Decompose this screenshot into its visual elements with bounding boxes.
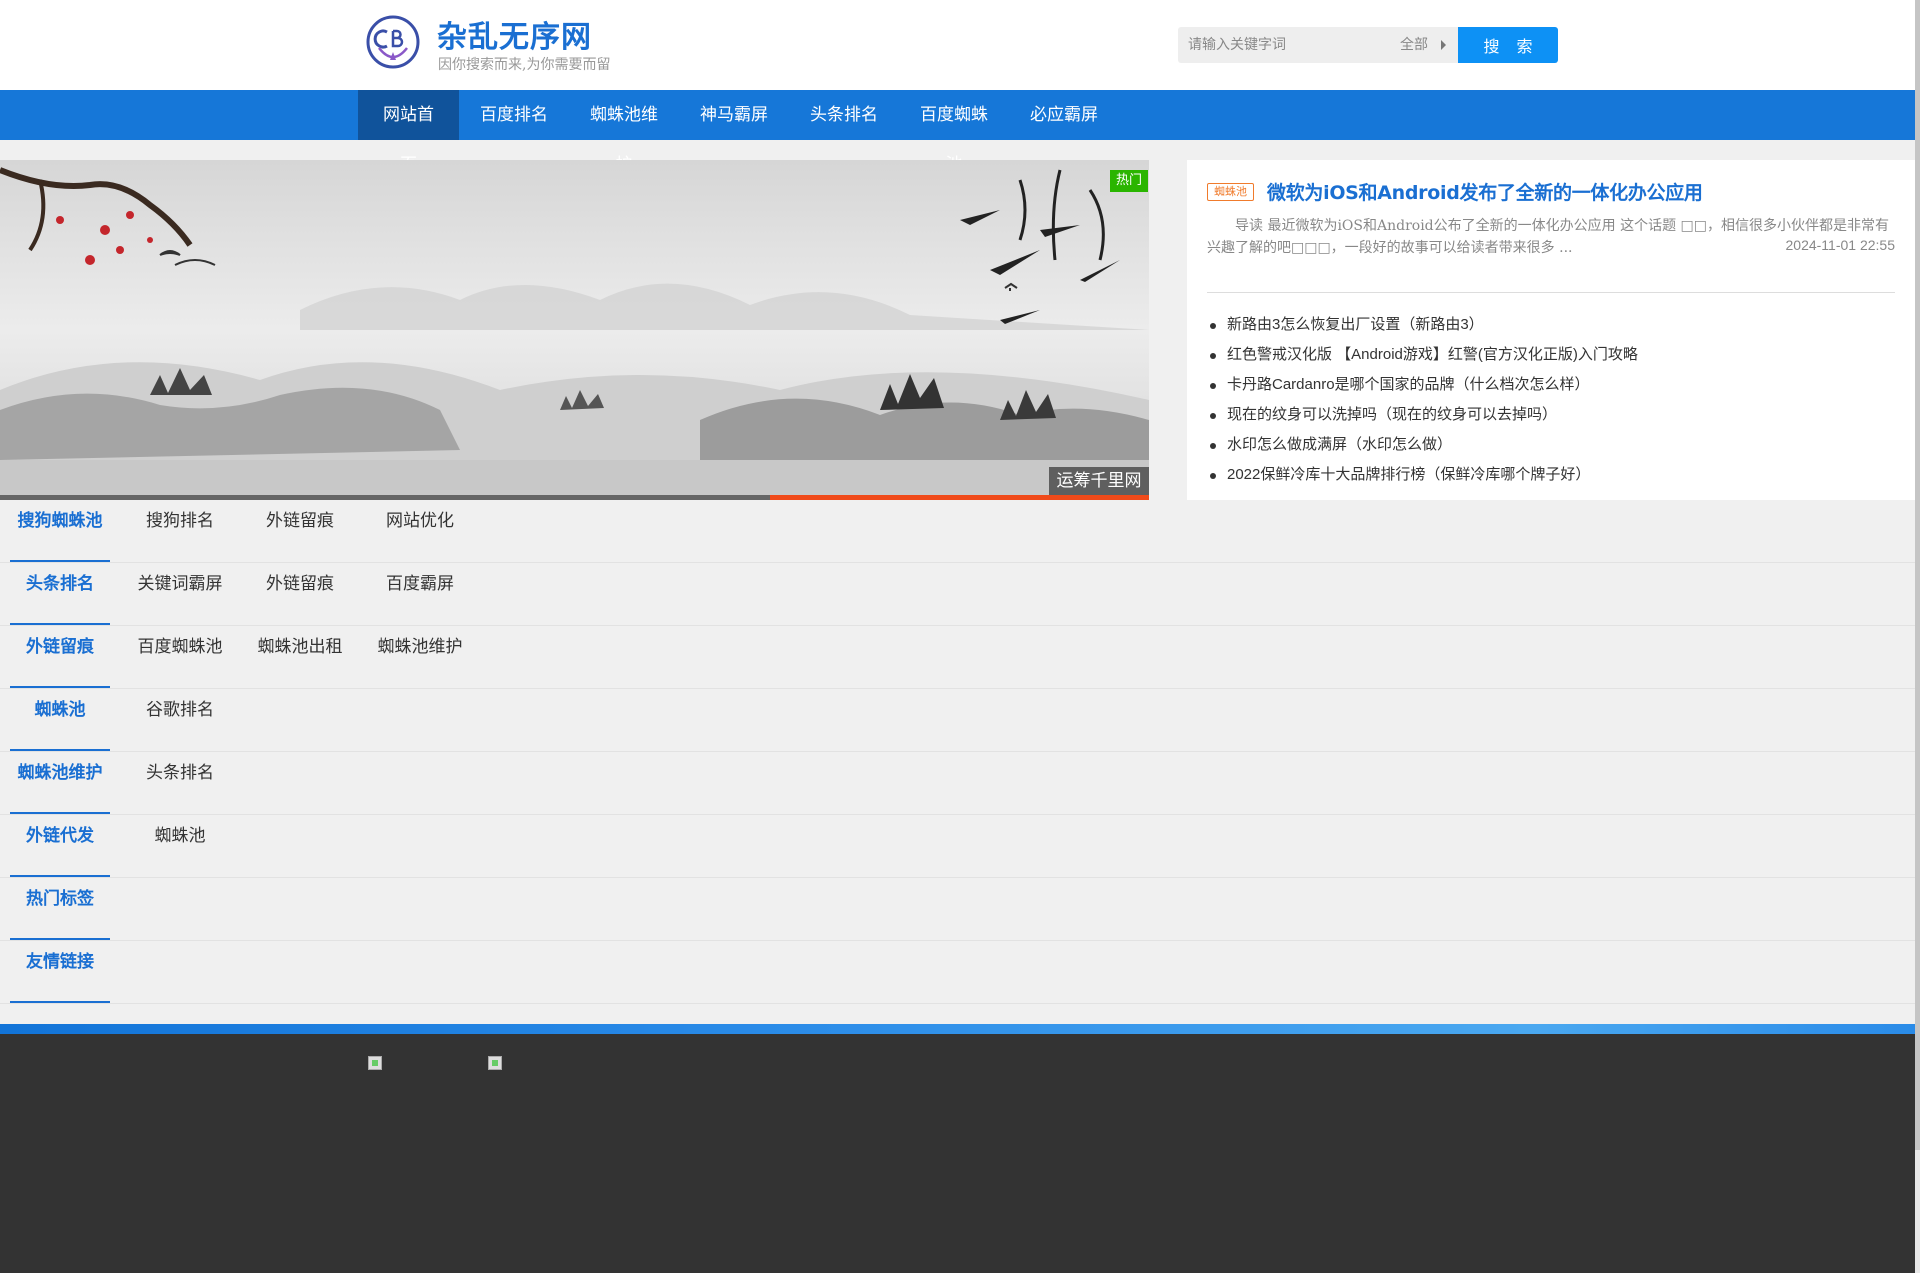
tag-row-label[interactable]: 搜狗蜘蛛池: [10, 500, 110, 562]
tag-row: 蜘蛛池维护 头条排名: [0, 752, 1915, 815]
site-title[interactable]: 杂乱无序网: [437, 12, 592, 56]
tag-row: 蜘蛛池 谷歌排名: [0, 689, 1915, 752]
list-item[interactable]: 新路由3怎么恢复出厂设置（新路由3）: [1207, 310, 1638, 340]
search-button[interactable]: 搜 索: [1458, 27, 1558, 63]
footer-image-icon: [368, 1056, 382, 1070]
tag-row-label[interactable]: 外链留痕: [10, 626, 110, 688]
tag-row: 热门标签: [0, 878, 1915, 941]
tag-row-label[interactable]: 热门标签: [10, 878, 110, 940]
tag-row: 外链代发 蜘蛛池: [0, 815, 1915, 878]
nav-item-spider-pool-maintenance[interactable]: 蜘蛛池维护: [569, 90, 679, 175]
tag-row: 头条排名 关键词霸屏 外链留痕 百度霸屏: [0, 563, 1915, 626]
tag-row: 搜狗蜘蛛池 搜狗排名 外链留痕 网站优化: [0, 500, 1915, 563]
tag-link[interactable]: 谷歌排名: [120, 697, 240, 724]
tag-link[interactable]: 外链留痕: [240, 571, 360, 598]
site-header: 杂乱无序网 因你搜索而来,为你需要而留 全部 搜 索: [0, 0, 1915, 90]
list-item[interactable]: 2022保鲜冷库十大品牌排行榜（保鲜冷库哪个牌子好）: [1207, 460, 1638, 490]
banner-landscape-image: [0, 160, 1149, 500]
search-scope-select[interactable]: 全部: [1400, 27, 1428, 63]
tag-link[interactable]: 外链留痕: [240, 508, 360, 535]
footer-image-icon: [488, 1056, 502, 1070]
banner-caption[interactable]: 运筹千里网: [1049, 467, 1149, 495]
list-item[interactable]: 红色警戒汉化版 【Android游戏】红警(官方汉化正版)入门攻略: [1207, 340, 1638, 370]
scrollbar-thumb[interactable]: [1915, 0, 1920, 1150]
nav-item-home[interactable]: 网站首页: [358, 90, 459, 175]
tag-row-links: 搜狗排名 外链留痕 网站优化: [120, 508, 480, 535]
tag-row-links: 谷歌排名: [120, 697, 240, 724]
hot-badge: 热门: [1110, 170, 1148, 192]
nav-item-toutiao-ranking[interactable]: 头条排名: [789, 90, 899, 140]
tag-link[interactable]: 百度蜘蛛池: [120, 634, 240, 661]
tag-row: 友情链接: [0, 941, 1915, 1004]
tag-row-links: 蜘蛛池: [120, 823, 240, 850]
banner-slider[interactable]: [0, 160, 1149, 500]
tag-link[interactable]: 关键词霸屏: [120, 571, 240, 598]
tag-row-label[interactable]: 头条排名: [10, 563, 110, 625]
tag-link[interactable]: 蜘蛛池: [120, 823, 240, 850]
site-logo-icon[interactable]: [365, 14, 421, 70]
tag-link[interactable]: 头条排名: [120, 760, 240, 787]
list-item[interactable]: 卡丹路Cardanro是哪个国家的品牌（什么档次怎么样）: [1207, 370, 1638, 400]
caret-right-icon[interactable]: [1441, 40, 1446, 50]
nav-item-baidu-spider-pool[interactable]: 百度蜘蛛池: [899, 90, 1009, 175]
tag-row-label[interactable]: 外链代发: [10, 815, 110, 877]
site-footer: [0, 1034, 1915, 1273]
featured-article-date: 2024-11-01 22:55: [1785, 237, 1896, 253]
article-list: 新路由3怎么恢复出厂设置（新路由3） 红色警戒汉化版 【Android游戏】红警…: [1207, 310, 1638, 490]
nav-item-bing-domination[interactable]: 必应霸屏: [1009, 90, 1119, 140]
featured-article-title[interactable]: 微软为iOS和Android发布了全新的一体化办公应用: [1267, 178, 1703, 205]
article-category-tag[interactable]: 蜘蛛池: [1207, 183, 1254, 201]
main-nav: 网站首页 百度排名 蜘蛛池维护 神马霸屏 头条排名 百度蜘蛛池 必应霸屏: [0, 90, 1915, 175]
tag-row-links: 关键词霸屏 外链留痕 百度霸屏: [120, 571, 480, 598]
tag-link[interactable]: 蜘蛛池出租: [240, 634, 360, 661]
site-slogan: 因你搜索而来,为你需要而留: [438, 57, 611, 73]
tag-row-label[interactable]: 友情链接: [10, 941, 110, 1003]
tag-link[interactable]: 百度霸屏: [360, 571, 480, 598]
tag-link[interactable]: 网站优化: [360, 508, 480, 535]
tag-row-label[interactable]: 蜘蛛池维护: [10, 752, 110, 814]
tag-row-links: 头条排名: [120, 760, 240, 787]
tag-link[interactable]: 蜘蛛池维护: [360, 634, 480, 661]
tag-link[interactable]: 搜狗排名: [120, 508, 240, 535]
featured-article-panel: 蜘蛛池 微软为iOS和Android发布了全新的一体化办公应用 导读 最近微软为…: [1187, 160, 1915, 500]
divider: [1207, 292, 1895, 293]
tag-row-label[interactable]: 蜘蛛池: [10, 689, 110, 751]
tag-row: 外链留痕 百度蜘蛛池 蜘蛛池出租 蜘蛛池维护: [0, 626, 1915, 689]
footer-stripe: [0, 1024, 1915, 1034]
list-item[interactable]: 水印怎么做成满屏（水印怎么做）: [1207, 430, 1638, 460]
tag-row-links: 百度蜘蛛池 蜘蛛池出租 蜘蛛池维护: [120, 634, 480, 661]
nav-item-baidu-ranking[interactable]: 百度排名: [459, 90, 569, 140]
nav-item-shenma-domination[interactable]: 神马霸屏: [679, 90, 789, 140]
list-item[interactable]: 现在的纹身可以洗掉吗（现在的纹身可以去掉吗）: [1207, 400, 1638, 430]
